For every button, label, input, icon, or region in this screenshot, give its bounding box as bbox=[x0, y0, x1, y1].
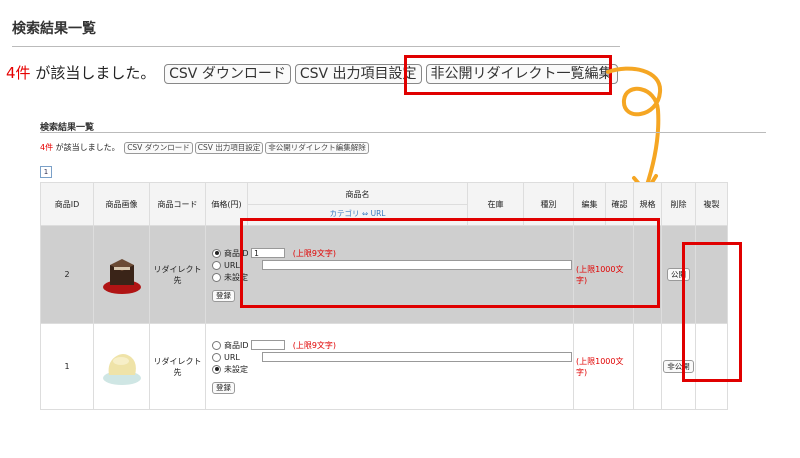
redirect-target-label: リダイレクト先 bbox=[149, 225, 206, 324]
url-limit-note: (上限1000文字) bbox=[576, 356, 624, 377]
highlight-box-edit-button bbox=[404, 55, 612, 95]
option-product-id-label: 商品ID bbox=[224, 340, 249, 350]
product-id: 2 bbox=[40, 225, 94, 324]
csv-download-button[interactable]: CSV ダウンロード bbox=[164, 64, 291, 84]
product-id-input[interactable] bbox=[251, 340, 286, 350]
radio-unset[interactable] bbox=[212, 364, 221, 374]
result-count: 4件 bbox=[6, 64, 31, 82]
col-header-id: 商品ID bbox=[40, 182, 94, 226]
highlight-box-status-buttons bbox=[682, 242, 742, 382]
result-summary-text: が該当しました。 bbox=[35, 64, 156, 82]
page-title-zoomed: 検索結果一覧 bbox=[12, 21, 96, 37]
result-count-small: 4件 bbox=[40, 143, 54, 152]
title-divider-small bbox=[40, 132, 766, 133]
page-link-1[interactable]: 1 bbox=[40, 166, 52, 178]
url-input[interactable] bbox=[261, 352, 572, 362]
radio-product-id[interactable] bbox=[212, 340, 221, 350]
option-unset-label: 未設定 bbox=[224, 364, 248, 374]
title-divider bbox=[12, 46, 620, 47]
redirect-target-label: リダイレクト先 bbox=[149, 323, 206, 410]
radio-url[interactable] bbox=[212, 352, 221, 362]
radio-url[interactable] bbox=[212, 260, 221, 270]
col-header-name-label: 商品名 bbox=[345, 190, 370, 199]
col-header-code: 商品コード bbox=[149, 182, 206, 226]
option-url-label: URL bbox=[224, 260, 240, 270]
product-image-chocolate-cake[interactable] bbox=[101, 253, 143, 295]
id-limit-note: (上限9文字) bbox=[292, 340, 337, 350]
register-button[interactable]: 登録 bbox=[212, 381, 235, 394]
product-image-cheesecake[interactable] bbox=[101, 345, 143, 387]
option-url-label: URL bbox=[224, 352, 240, 362]
curved-arrow-icon bbox=[606, 66, 662, 194]
register-button[interactable]: 登録 bbox=[212, 289, 235, 302]
csv-download-button-small[interactable]: CSV ダウンロード bbox=[124, 142, 193, 154]
redirect-form: 商品ID (上限9文字) URL 未設定 登録 bbox=[205, 323, 574, 410]
radio-unset[interactable] bbox=[212, 272, 221, 282]
csv-settings-button-small[interactable]: CSV 出力項目設定 bbox=[194, 142, 264, 154]
col-header-category-url[interactable]: カテゴリ ⇔ URL bbox=[248, 204, 467, 219]
result-summary: 4件 が該当しました。 CSV ダウンロード CSV 出力項目設定 非公開リダイレク… bbox=[40, 142, 369, 154]
private-redirect-cancel-button[interactable]: 非公開リダイレクト編集解除 bbox=[265, 142, 369, 154]
col-header-copy: 複製 bbox=[695, 182, 728, 226]
csv-settings-button[interactable]: CSV 出力項目設定 bbox=[294, 64, 422, 84]
highlight-box-redirect-form bbox=[240, 218, 660, 308]
col-header-delete: 削除 bbox=[661, 182, 696, 226]
table-row: 1 リダイレクト先 商品ID (上限9文字) URL 未設定 登録 (上限100… bbox=[40, 323, 728, 410]
product-id: 1 bbox=[40, 323, 94, 410]
result-summary-text-small: が該当しました。 bbox=[55, 143, 120, 152]
col-header-image: 商品画像 bbox=[93, 182, 150, 226]
radio-product-id[interactable] bbox=[212, 248, 221, 258]
